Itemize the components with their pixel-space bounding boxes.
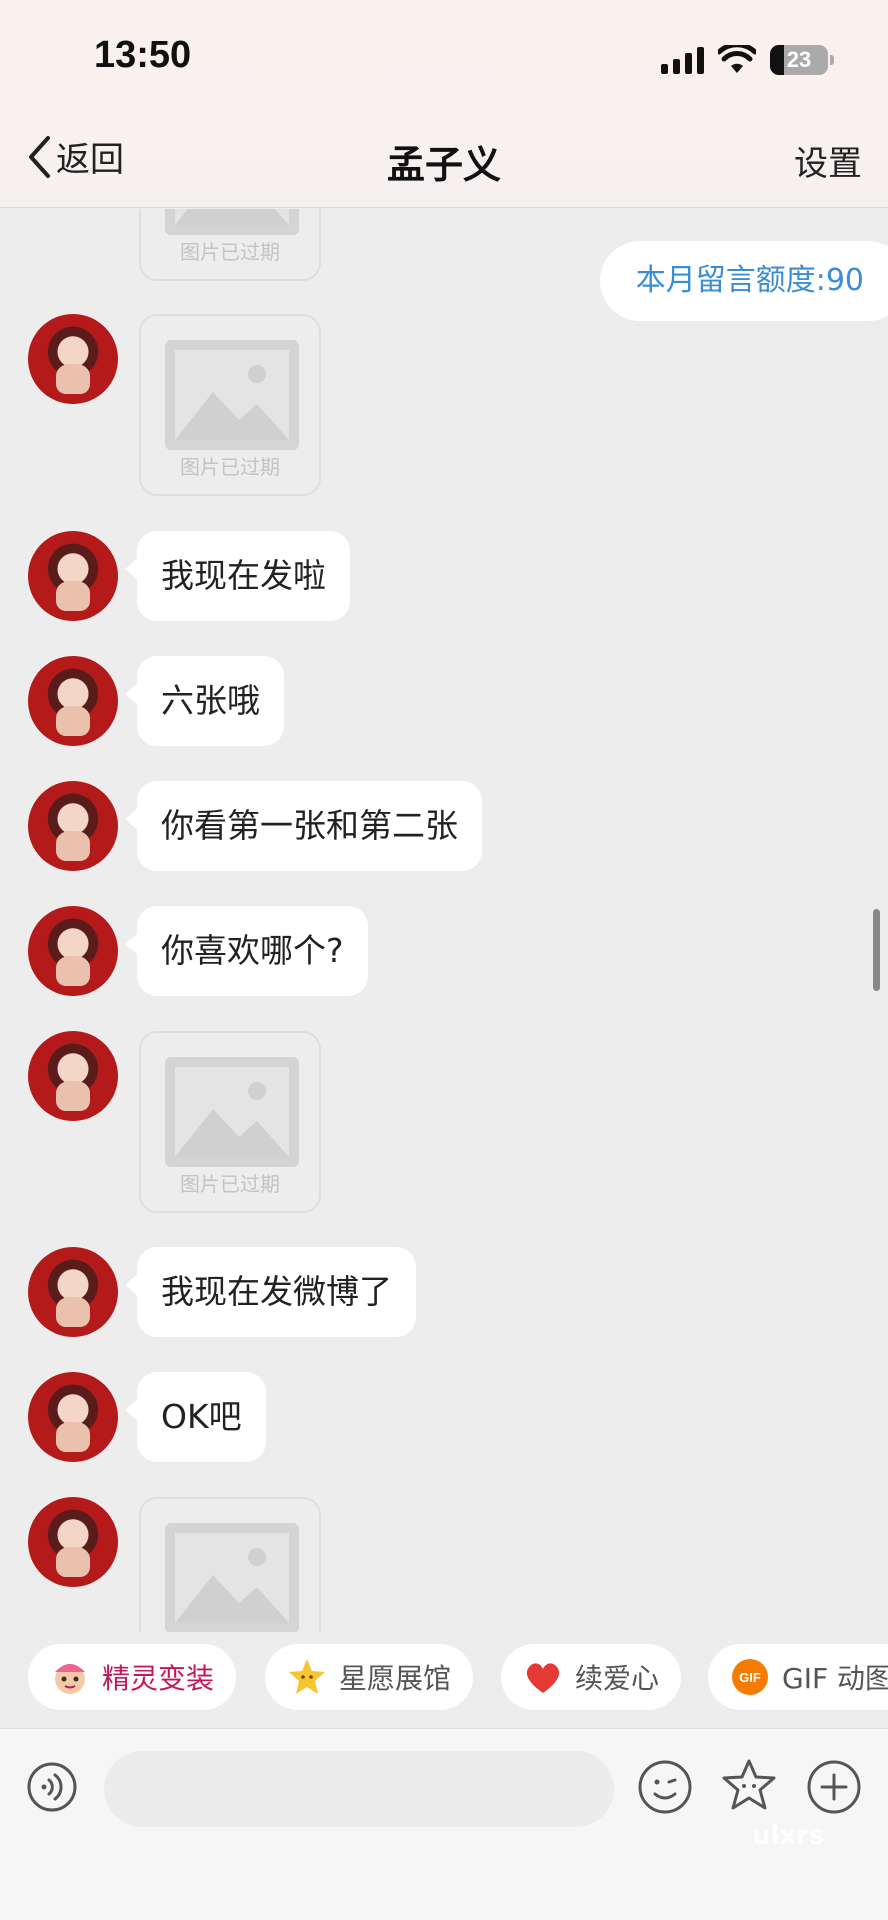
chat-area[interactable]: 图片已过期 本月留言额度:90 图片已过期 我现在发啦 六张哦 你看第一张和第二… (0, 209, 888, 1632)
expired-image-card[interactable] (139, 1497, 321, 1632)
expired-image-card[interactable]: 图片已过期 (139, 314, 321, 496)
message-bubble[interactable]: 你喜欢哪个? (125, 906, 368, 996)
avatar[interactable] (28, 531, 118, 621)
quick-action-label: 精灵变装 (102, 1662, 215, 1695)
status-time: 13:50 (94, 34, 192, 76)
page-title: 孟子义 (386, 143, 501, 187)
avatar[interactable] (28, 1372, 118, 1462)
sprite-icon (48, 1655, 92, 1699)
battery-icon: 23 (770, 45, 834, 75)
image-placeholder-icon (165, 209, 299, 235)
quick-action-label: 续爱心 (575, 1662, 660, 1695)
quick-action-sprite[interactable]: 精灵变装 (28, 1644, 237, 1710)
header: 13:50 23 返回 孟子义 设置 (0, 0, 888, 208)
watermark: ulxrs (752, 1821, 825, 1851)
quick-action-renew-heart[interactable]: 续爱心 (501, 1644, 682, 1710)
avatar[interactable] (28, 314, 118, 404)
quick-action-label: GIF 动图 (782, 1662, 888, 1695)
message-bubble[interactable]: 我现在发微博了 (125, 1247, 416, 1337)
expired-image-card[interactable]: 图片已过期 (139, 1031, 321, 1213)
image-placeholder-icon (165, 1523, 299, 1632)
message-quota-pill: 本月留言额度:90 (599, 241, 888, 321)
message-bubble[interactable]: 六张哦 (125, 656, 284, 746)
plus-icon[interactable] (806, 1759, 862, 1815)
quick-action-wish-gallery[interactable]: 星愿展馆 (265, 1644, 474, 1710)
settings-button[interactable]: 设置 (794, 136, 862, 185)
avatar[interactable] (28, 781, 118, 871)
signal-icon (661, 46, 704, 74)
input-bar: ulxrs (0, 1728, 888, 1920)
battery-level: 23 (786, 47, 812, 72)
expired-caption: 图片已过期 (180, 240, 280, 264)
message-bubble[interactable]: OK吧 (125, 1372, 266, 1462)
image-placeholder-icon (165, 1057, 299, 1167)
avatar[interactable] (28, 1247, 118, 1337)
quick-actions: 精灵变装 星愿展馆 续爱心 GIF GIF 动图 (0, 1644, 888, 1716)
message-input[interactable] (104, 1751, 614, 1827)
message-bubble[interactable]: 我现在发啦 (125, 531, 350, 621)
scrollbar[interactable] (873, 909, 880, 991)
avatar[interactable] (28, 656, 118, 746)
heart-icon (521, 1655, 565, 1699)
star-icon (285, 1655, 329, 1699)
quick-action-gif[interactable]: GIF GIF 动图 (708, 1644, 888, 1710)
expired-caption: 图片已过期 (180, 455, 280, 479)
voice-icon[interactable] (26, 1761, 78, 1813)
status-icons: 23 (661, 40, 834, 80)
svg-text:GIF: GIF (739, 1670, 761, 1685)
emoji-icon[interactable] (637, 1759, 693, 1815)
avatar[interactable] (28, 1031, 118, 1121)
star-emoticon-icon[interactable] (720, 1757, 778, 1815)
expired-caption: 图片已过期 (180, 1172, 280, 1196)
quick-action-label: 星愿展馆 (339, 1662, 452, 1695)
avatar[interactable] (28, 906, 118, 996)
message-bubble[interactable]: 你看第一张和第二张 (125, 781, 482, 871)
avatar[interactable] (28, 1497, 118, 1587)
gif-icon: GIF (728, 1655, 772, 1699)
wifi-icon (718, 45, 756, 73)
expired-image-card[interactable]: 图片已过期 (139, 209, 321, 281)
image-placeholder-icon (165, 340, 299, 450)
